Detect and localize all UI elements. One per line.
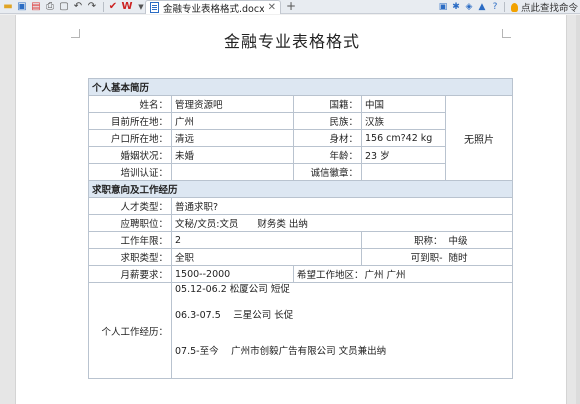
credit-label: 诚信徽章： bbox=[293, 163, 362, 181]
pdf-icon[interactable]: ▤ bbox=[30, 1, 42, 13]
ethnicity-value[interactable]: 汉族 bbox=[361, 112, 446, 130]
undo-icon[interactable]: ↶ bbox=[72, 1, 84, 13]
folder-icon[interactable]: ▬ bbox=[2, 1, 14, 13]
height-label: 身材： bbox=[293, 129, 362, 147]
document-tab[interactable]: 金融专业表格格式.docx ✕ bbox=[145, 0, 281, 15]
table-row: 工作年限： 2 职称： 中级 bbox=[88, 231, 514, 249]
preview-icon[interactable]: ▢ bbox=[58, 1, 70, 13]
training-value[interactable] bbox=[171, 163, 294, 181]
title-label: 职称： bbox=[361, 231, 446, 249]
command-search-label: 点此查找命令 bbox=[520, 3, 578, 14]
region-label: 希望工作地区： bbox=[293, 265, 362, 283]
resume-table: 个人基本简历 姓名： 管理资源吧 国籍： 中国 无照片 目前所在地： 广州 民族… bbox=[87, 78, 514, 379]
experience-label: 个人工作经历： bbox=[88, 282, 172, 379]
section-header-job: 求职意向及工作经历 bbox=[87, 180, 514, 198]
salary-label: 月薪要求： bbox=[88, 265, 172, 283]
table-row: 求职类型： 全职 可到职- 随时 bbox=[88, 248, 514, 266]
close-icon[interactable]: ✕ bbox=[268, 2, 276, 13]
age-label: 年龄： bbox=[293, 146, 362, 164]
table-row: 个人工作经历： 05.12-06.2 松厦公司 短促 06.3-07.5 三星公… bbox=[88, 282, 514, 379]
wps-icon[interactable]: W bbox=[121, 1, 133, 13]
settings-icon[interactable]: ✱ bbox=[451, 2, 461, 12]
document-workspace: 金融专业表格格式 个人基本简历 姓名： 管理资源吧 国籍： 中国 无照片 目前所… bbox=[0, 15, 580, 404]
share-icon[interactable]: ▲ bbox=[477, 2, 487, 12]
marital-value[interactable]: 未婚 bbox=[171, 146, 294, 164]
table-row: 应聘职位： 文秘/文员:文员 财务类 出纳 bbox=[88, 214, 514, 232]
position-value[interactable]: 文秘/文员:文员 财务类 出纳 bbox=[170, 214, 514, 232]
toolbar-separator bbox=[103, 1, 104, 12]
training-label: 培训认证： bbox=[88, 163, 172, 181]
new-tab-icon[interactable]: + bbox=[286, 0, 296, 14]
toolbar-separator bbox=[503, 2, 505, 12]
experience-line: 07.5-至今 广州市创毅广告有限公司 文员兼出纳 bbox=[175, 346, 387, 357]
title-value[interactable]: 中级 bbox=[445, 231, 514, 249]
region-value[interactable]: 广州 广州 bbox=[361, 265, 514, 283]
nationality-value[interactable]: 中国 bbox=[361, 95, 446, 113]
available-value[interactable]: 随时 bbox=[445, 248, 514, 266]
right-tools: ▣ ✱ ◈ ▲ ? 点此查找命令 bbox=[435, 0, 578, 14]
section-header-personal: 个人基本简历 bbox=[87, 78, 514, 96]
available-label: 可到职- bbox=[361, 248, 446, 266]
salary-value[interactable]: 1500--2000 bbox=[171, 265, 294, 283]
title-toolbar: ▬ ▣ ▤ ⎙ ▢ ↶ ↷ ✔ W ▼ 金融专业表格格式.docx ✕ + ▣ … bbox=[0, 0, 580, 15]
position-label: 应聘职位： bbox=[88, 214, 172, 232]
vertical-scrollbar[interactable] bbox=[576, 15, 580, 404]
location-value[interactable]: 广州 bbox=[171, 112, 294, 130]
experience-line: 05.12-06.2 松厦公司 短促 bbox=[175, 284, 290, 295]
hukou-value[interactable]: 清远 bbox=[171, 129, 294, 147]
table-row: 月薪要求： 1500--2000 希望工作地区： 广州 广州 bbox=[88, 265, 514, 283]
talent-type-label: 人才类型： bbox=[88, 197, 172, 215]
photo-cell: 无照片 bbox=[444, 95, 514, 181]
talent-type-value[interactable]: 普通求职? bbox=[170, 197, 514, 215]
table-row: 姓名： 管理资源吧 国籍： 中国 无照片 bbox=[88, 95, 514, 181]
experience-line: 06.3-07.5 三星公司 长促 bbox=[175, 310, 294, 321]
command-search[interactable]: 点此查找命令 bbox=[510, 0, 578, 14]
ethnicity-label: 民族： bbox=[293, 112, 362, 130]
experience-value[interactable]: 05.12-06.2 松厦公司 短促 06.3-07.5 三星公司 长促 07.… bbox=[170, 282, 514, 379]
jobtype-label: 求职类型： bbox=[88, 248, 172, 266]
print-icon[interactable]: ⎙ bbox=[44, 1, 56, 13]
redo-icon[interactable]: ↷ bbox=[86, 1, 98, 13]
help-icon[interactable]: ? bbox=[490, 2, 500, 12]
name-value[interactable]: 管理资源吧 bbox=[171, 95, 294, 113]
marital-label: 婚姻状况： bbox=[88, 146, 172, 164]
skin-icon[interactable]: ◈ bbox=[464, 2, 474, 12]
years-value[interactable]: 2 bbox=[171, 231, 362, 249]
nationality-label: 国籍： bbox=[293, 95, 362, 113]
spellcheck-icon[interactable]: ✔ bbox=[107, 1, 119, 13]
table-row: 人才类型： 普通求职? bbox=[88, 197, 514, 215]
name-label: 姓名： bbox=[88, 95, 172, 113]
location-label: 目前所在地： bbox=[88, 112, 172, 130]
window-icon[interactable]: ▣ bbox=[438, 2, 448, 12]
save-icon[interactable]: ▣ bbox=[16, 1, 28, 13]
table-row: 个人基本简历 bbox=[87, 78, 514, 96]
document-page[interactable]: 金融专业表格格式 个人基本简历 姓名： 管理资源吧 国籍： 中国 无照片 目前所… bbox=[15, 15, 567, 404]
tab-title: 金融专业表格格式.docx bbox=[163, 3, 264, 15]
quick-access-toolbar: ▬ ▣ ▤ ⎙ ▢ ↶ ↷ ✔ W ▼ bbox=[0, 0, 149, 14]
age-value[interactable]: 23 岁 bbox=[361, 146, 446, 164]
lightbulb-icon bbox=[510, 2, 518, 12]
table-row: 求职意向及工作经历 bbox=[87, 180, 514, 198]
page-title: 金融专业表格格式 bbox=[223, 32, 360, 51]
document-icon bbox=[150, 2, 159, 13]
hukou-label: 户口所在地： bbox=[88, 129, 172, 147]
height-value[interactable]: 156 cm?42 kg bbox=[361, 129, 446, 147]
credit-value[interactable] bbox=[361, 163, 446, 181]
jobtype-value[interactable]: 全职 bbox=[171, 248, 362, 266]
years-label: 工作年限： bbox=[88, 231, 172, 249]
